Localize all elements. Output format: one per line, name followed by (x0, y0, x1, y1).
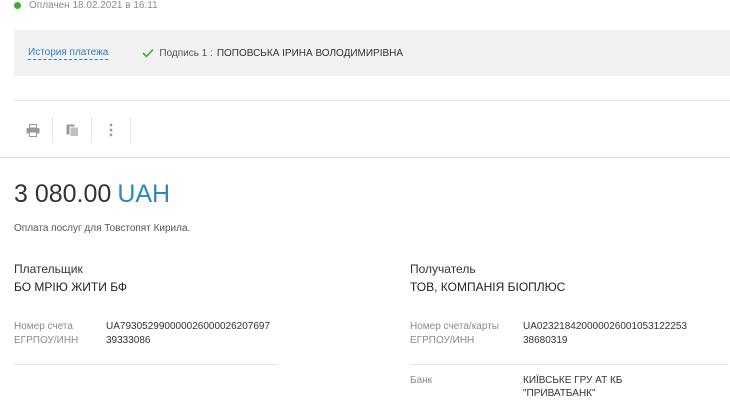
divider (0, 157, 730, 158)
copy-icon (66, 124, 79, 137)
receiver-account-label: Номер счета/карты (410, 321, 499, 332)
divider (14, 100, 730, 101)
payment-details-page: Оплачен 18.02.2021 в 16:11 История плате… (0, 0, 730, 400)
receiver-bank-label: Банк (410, 375, 433, 386)
payment-status: Оплачен 18.02.2021 в 16:11 (14, 0, 158, 12)
payer-code-value: 39333086 (106, 335, 151, 346)
receiver-title: Получатель (410, 262, 476, 276)
print-button[interactable] (14, 110, 52, 150)
signer-name: ПОПОВСЬКА ІРИНА ВОЛОДИМИРІВНА (216, 47, 404, 59)
amount-value: 3 080.00 (14, 180, 112, 208)
print-icon (26, 123, 40, 137)
amount-currency: UAH (117, 180, 171, 208)
document-toolbar (14, 110, 131, 150)
signature-label: Подпись 1 : (159, 47, 213, 59)
receiver-fields: Номер счета/карты UA02321842000002600105… (410, 321, 728, 399)
payment-purpose: Оплата послуг для Товстопят Кирила. (14, 223, 191, 234)
signature-panel: История платежа Подпись 1 : ПОПОВСЬКА ІР… (14, 30, 730, 76)
payer-account-label: Номер счета (14, 321, 73, 332)
status-dot-icon (14, 1, 21, 9)
payer-fields: Номер счета UA79305299000002600002620769… (14, 321, 314, 351)
payment-history-link[interactable]: История платежа (28, 47, 109, 60)
payer-divider (14, 364, 278, 365)
signature-item: Подпись 1 : ПОПОВСЬКА ІРИНА ВОЛОДИМИРІВН… (142, 48, 403, 59)
receiver-code-value: 38680319 (523, 335, 568, 346)
receiver-account-value: UA023218420000026001053122253 (523, 321, 688, 332)
more-icon (109, 123, 113, 137)
receiver-section: Получатель ТОВ, КОМПАНІЯ БІОПЛЮС (410, 262, 730, 295)
receiver-bank-name-line1: КИЇВСЬКЕ ГРУ АТ КБ (523, 375, 623, 386)
receiver-bank-name-line2: "ПРИВАТБАНК" (523, 388, 596, 399)
payer-title: Плательщик (14, 262, 83, 276)
payer-account-value: UA793052990000026000026207697 (106, 321, 271, 332)
copy-button[interactable] (53, 110, 91, 150)
payer-section: Плательщик БО МРІЮ ЖИТИ БФ (14, 262, 334, 295)
receiver-name: ТОВ, КОМПАНІЯ БІОПЛЮС (410, 280, 566, 294)
receiver-code-label: ЕГРПОУ/ИНН (410, 335, 475, 346)
payer-code-label: ЕГРПОУ/ИНН (14, 335, 79, 346)
receiver-divider (410, 364, 728, 365)
more-button[interactable] (92, 110, 130, 150)
payment-amount: 3 080.00 UAH (14, 180, 170, 209)
toolbar-separator (130, 117, 131, 143)
payer-name: БО МРІЮ ЖИТИ БФ (14, 280, 128, 294)
status-text: Оплачен 18.02.2021 в 16:11 (29, 0, 158, 11)
check-icon (142, 48, 154, 58)
